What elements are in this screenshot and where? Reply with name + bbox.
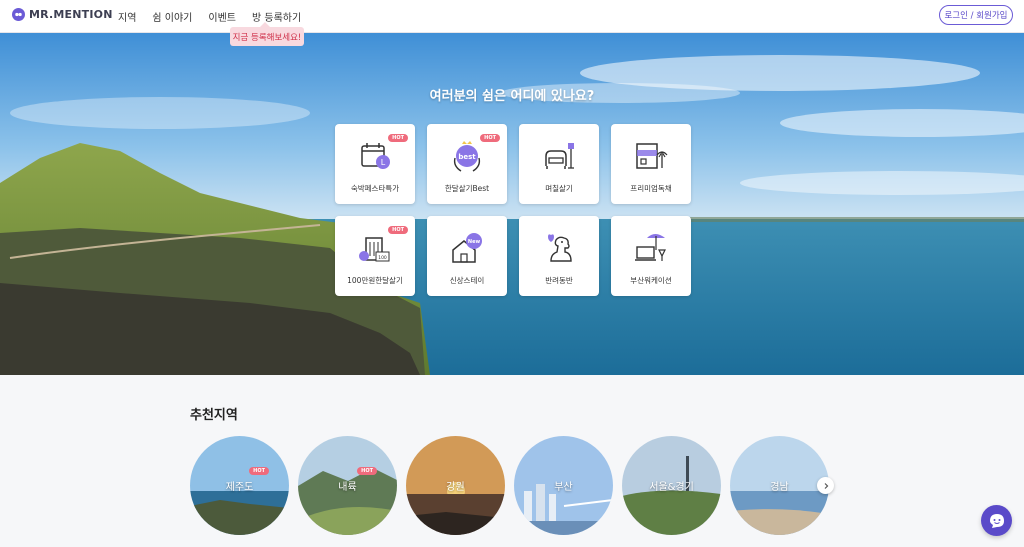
category-card-stay-festa[interactable]: HOT L 숙박페스타특가 [335, 124, 415, 204]
category-card-new-stay[interactable]: New 신상스테이 [427, 216, 507, 296]
hot-badge: HOT [357, 467, 377, 475]
laptop-parasol-icon [635, 234, 666, 261]
top-header: MR.MENTION 지역 쉼 이야기 이벤트 방 등록하기 로그인 / 회원가… [0, 0, 1024, 33]
region-seoul-gyeonggi[interactable]: 서울&경기 [622, 436, 721, 535]
category-label: 프리미엄독채 [630, 184, 672, 193]
nav-region[interactable]: 지역 [118, 9, 136, 24]
hero-title: 여러분의 쉼은 어디에 있나요? [429, 89, 595, 104]
hero-banner: 여러분의 쉼은 어디에 있나요? HOT L 숙박페스타특가 HOT best … [0, 33, 1024, 375]
register-tooltip: 지금 등록해보세요! [230, 22, 304, 46]
svg-text:New: New [468, 239, 481, 245]
category-card-with-pet[interactable]: 반려동반 [519, 216, 599, 296]
logo[interactable]: MR.MENTION [12, 8, 113, 21]
category-card-million-month[interactable]: HOT 100 100만원한달살기 [335, 216, 415, 296]
category-grid: HOT L 숙박페스타특가 HOT best 한달살기Best 며칠살기 프리미… [335, 124, 691, 296]
svg-text:best: best [458, 153, 476, 161]
calendar-icon: L [361, 143, 390, 169]
carousel-next-button[interactable] [817, 477, 834, 494]
region-name: 제주도 [225, 482, 254, 493]
region-name: 부산 [554, 482, 573, 493]
dog-heart-icon [548, 234, 572, 262]
region-gangwon[interactable]: 강원 [406, 436, 505, 535]
region-name: 내륙 [338, 482, 357, 493]
section-title-recommended: 추천지역 [190, 408, 238, 423]
chevron-right-icon [824, 482, 828, 489]
house-palm-icon [636, 143, 668, 169]
category-label: 100만원한달살기 [347, 276, 403, 285]
nav-event[interactable]: 이벤트 [208, 9, 236, 24]
category-card-premium-house[interactable]: 프리미엄독채 [611, 124, 691, 204]
svg-text:L: L [381, 158, 386, 167]
region-name: 경남 [770, 482, 789, 493]
best-badge-icon: best [453, 141, 481, 172]
logo-text: MR.MENTION [29, 8, 113, 21]
chat-bot-icon [989, 513, 1004, 528]
category-label: 한달살기Best [444, 184, 490, 193]
category-label: 부산워케이션 [630, 276, 672, 285]
svg-text:100: 100 [378, 255, 387, 261]
region-busan[interactable]: 부산 [514, 436, 613, 535]
region-jeju[interactable]: HOT 제주도 [190, 436, 289, 535]
category-card-busan-workation[interactable]: 부산워케이션 [611, 216, 691, 296]
nav-story[interactable]: 쉼 이야기 [152, 9, 192, 24]
login-signup-button[interactable]: 로그인 / 회원가입 [939, 5, 1013, 25]
main-nav: 지역 쉼 이야기 이벤트 방 등록하기 [118, 9, 301, 24]
chat-support-button[interactable] [981, 505, 1012, 536]
category-card-month-best[interactable]: HOT best 한달살기Best [427, 124, 507, 204]
region-gyeongnam[interactable]: 경남 [730, 436, 829, 535]
region-carousel: HOT 제주도 HOT 내륙 강원 부산 서울&경기 경남 [190, 436, 829, 535]
region-name: 강원 [446, 482, 465, 493]
armchair-lamp-icon [545, 143, 574, 169]
region-name: 서울&경기 [649, 482, 694, 493]
building-price-icon: 100 [359, 237, 390, 262]
hot-badge: HOT [249, 467, 269, 475]
category-card-few-days[interactable]: 며칠살기 [519, 124, 599, 204]
new-house-icon: New [452, 233, 482, 263]
logo-icon [12, 8, 25, 21]
category-label: 반려동반 [545, 276, 573, 285]
region-inland[interactable]: HOT 내륙 [298, 436, 397, 535]
category-label: 신상스테이 [449, 276, 485, 285]
category-label: 며칠살기 [545, 184, 573, 193]
category-label: 숙박페스타특가 [350, 184, 400, 193]
